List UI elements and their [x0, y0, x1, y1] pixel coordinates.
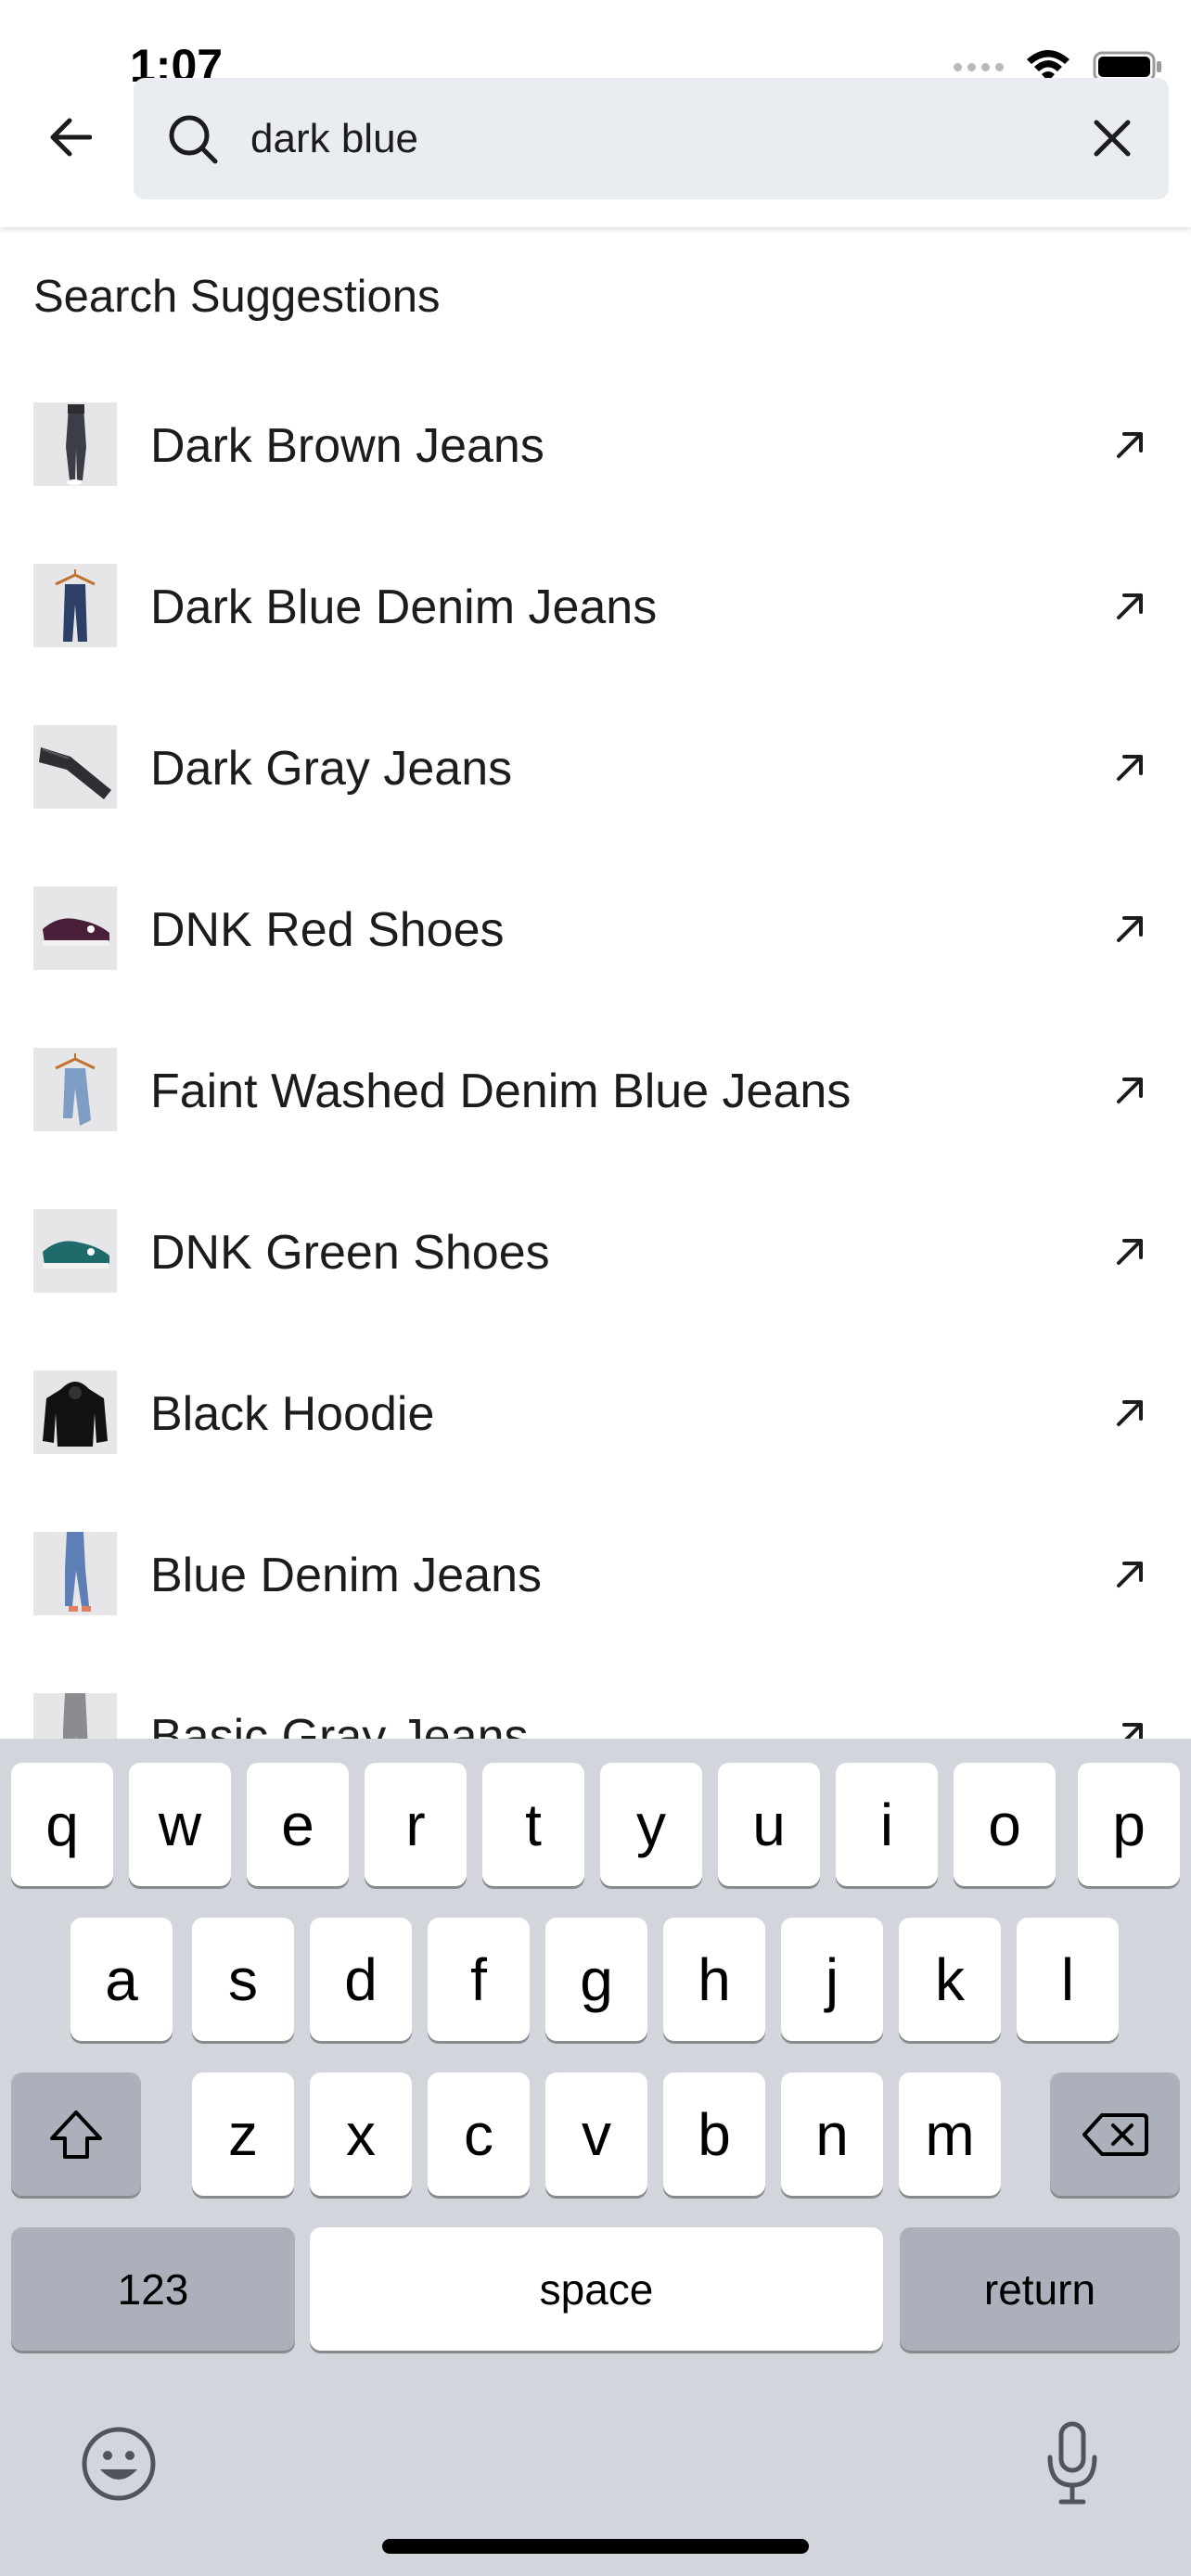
- suggestion-label: Dark Blue Denim Jeans: [150, 580, 658, 634]
- arrow-up-left-icon[interactable]: [1113, 590, 1146, 623]
- suggestion-item[interactable]: Dark Brown Jeans: [0, 389, 1191, 501]
- clear-search-icon[interactable]: [1089, 115, 1135, 161]
- keyboard: q w e r t y u i o p a s d f g h j k l z …: [0, 1739, 1191, 2576]
- product-thumbnail: [33, 564, 117, 647]
- search-header: 1:07 dark blue: [0, 0, 1191, 227]
- key-n[interactable]: n: [781, 2072, 883, 2196]
- suggestion-label: DNK Red Shoes: [150, 903, 505, 957]
- key-c[interactable]: c: [428, 2072, 530, 2196]
- key-v[interactable]: v: [545, 2072, 647, 2196]
- arrow-up-left-icon[interactable]: [1113, 751, 1146, 784]
- suggestion-item[interactable]: Dark Blue Denim Jeans: [0, 551, 1191, 662]
- microphone-icon[interactable]: [1043, 2420, 1102, 2507]
- key-s[interactable]: s: [192, 1918, 294, 2041]
- delete-key[interactable]: [1050, 2072, 1180, 2196]
- arrow-up-left-icon[interactable]: [1113, 1558, 1146, 1591]
- shift-key[interactable]: [11, 2072, 141, 2196]
- arrow-up-left-icon[interactable]: [1113, 1396, 1146, 1430]
- suggestion-label: Dark Brown Jeans: [150, 419, 544, 473]
- search-icon: [169, 115, 218, 164]
- key-u[interactable]: u: [718, 1763, 820, 1886]
- suggestion-item[interactable]: Dark Gray Jeans: [0, 712, 1191, 823]
- arrow-up-left-icon[interactable]: [1113, 1235, 1146, 1269]
- product-thumbnail: [33, 1371, 117, 1454]
- key-l[interactable]: l: [1017, 1918, 1119, 2041]
- search-input[interactable]: dark blue: [250, 109, 418, 169]
- arrow-up-left-icon[interactable]: [1113, 912, 1146, 946]
- suggestion-item[interactable]: DNK Red Shoes: [0, 874, 1191, 985]
- key-i[interactable]: i: [836, 1763, 938, 1886]
- key-j[interactable]: j: [781, 1918, 883, 2041]
- arrow-left-icon: [50, 118, 92, 157]
- suggestion-item[interactable]: DNK Green Shoes: [0, 1196, 1191, 1307]
- search-field[interactable]: dark blue: [134, 78, 1169, 199]
- product-thumbnail: [33, 1048, 117, 1131]
- key-w[interactable]: w: [129, 1763, 231, 1886]
- suggestion-label: Faint Washed Denim Blue Jeans: [150, 1065, 852, 1118]
- emoji-icon[interactable]: [80, 2425, 158, 2503]
- key-z[interactable]: z: [192, 2072, 294, 2196]
- key-x[interactable]: x: [310, 2072, 412, 2196]
- screen: 1:07 dark blue Search Suggestions Dark B…: [0, 0, 1191, 2576]
- suggestion-label: Dark Gray Jeans: [150, 742, 513, 796]
- key-d[interactable]: d: [310, 1918, 412, 2041]
- arrow-up-left-icon[interactable]: [1113, 1074, 1146, 1107]
- backspace-icon: [1082, 2112, 1148, 2156]
- suggestions-title: Search Suggestions: [33, 272, 441, 322]
- shift-icon: [50, 2110, 102, 2159]
- home-indicator: [382, 2539, 809, 2554]
- key-k[interactable]: k: [899, 1918, 1001, 2041]
- product-thumbnail: [33, 725, 117, 809]
- product-thumbnail: [33, 1532, 117, 1615]
- suggestion-label: Blue Denim Jeans: [150, 1549, 542, 1602]
- arrow-up-left-icon[interactable]: [1113, 428, 1146, 462]
- product-thumbnail: [33, 1209, 117, 1293]
- key-m[interactable]: m: [899, 2072, 1001, 2196]
- key-p[interactable]: p: [1078, 1763, 1180, 1886]
- key-b[interactable]: b: [663, 2072, 765, 2196]
- product-thumbnail: [33, 402, 117, 486]
- key-t[interactable]: t: [482, 1763, 584, 1886]
- space-key[interactable]: space: [310, 2227, 883, 2351]
- key-a[interactable]: a: [70, 1918, 173, 2041]
- return-key[interactable]: return: [900, 2227, 1180, 2351]
- back-button[interactable]: [43, 109, 98, 165]
- key-y[interactable]: y: [600, 1763, 702, 1886]
- suggestion-item[interactable]: Black Hoodie: [0, 1358, 1191, 1469]
- key-f[interactable]: f: [428, 1918, 530, 2041]
- suggestion-item[interactable]: Faint Washed Denim Blue Jeans: [0, 1035, 1191, 1146]
- cellular-signal-icon: [954, 62, 1004, 71]
- key-r[interactable]: r: [365, 1763, 467, 1886]
- key-g[interactable]: g: [545, 1918, 647, 2041]
- product-thumbnail: [33, 886, 117, 970]
- suggestion-label: DNK Green Shoes: [150, 1226, 550, 1280]
- suggestion-label: Black Hoodie: [150, 1387, 435, 1441]
- key-h[interactable]: h: [663, 1918, 765, 2041]
- suggestion-item[interactable]: Blue Denim Jeans: [0, 1519, 1191, 1630]
- key-q[interactable]: q: [11, 1763, 113, 1886]
- key-o[interactable]: o: [954, 1763, 1056, 1886]
- numbers-key[interactable]: 123: [11, 2227, 295, 2351]
- key-e[interactable]: e: [247, 1763, 349, 1886]
